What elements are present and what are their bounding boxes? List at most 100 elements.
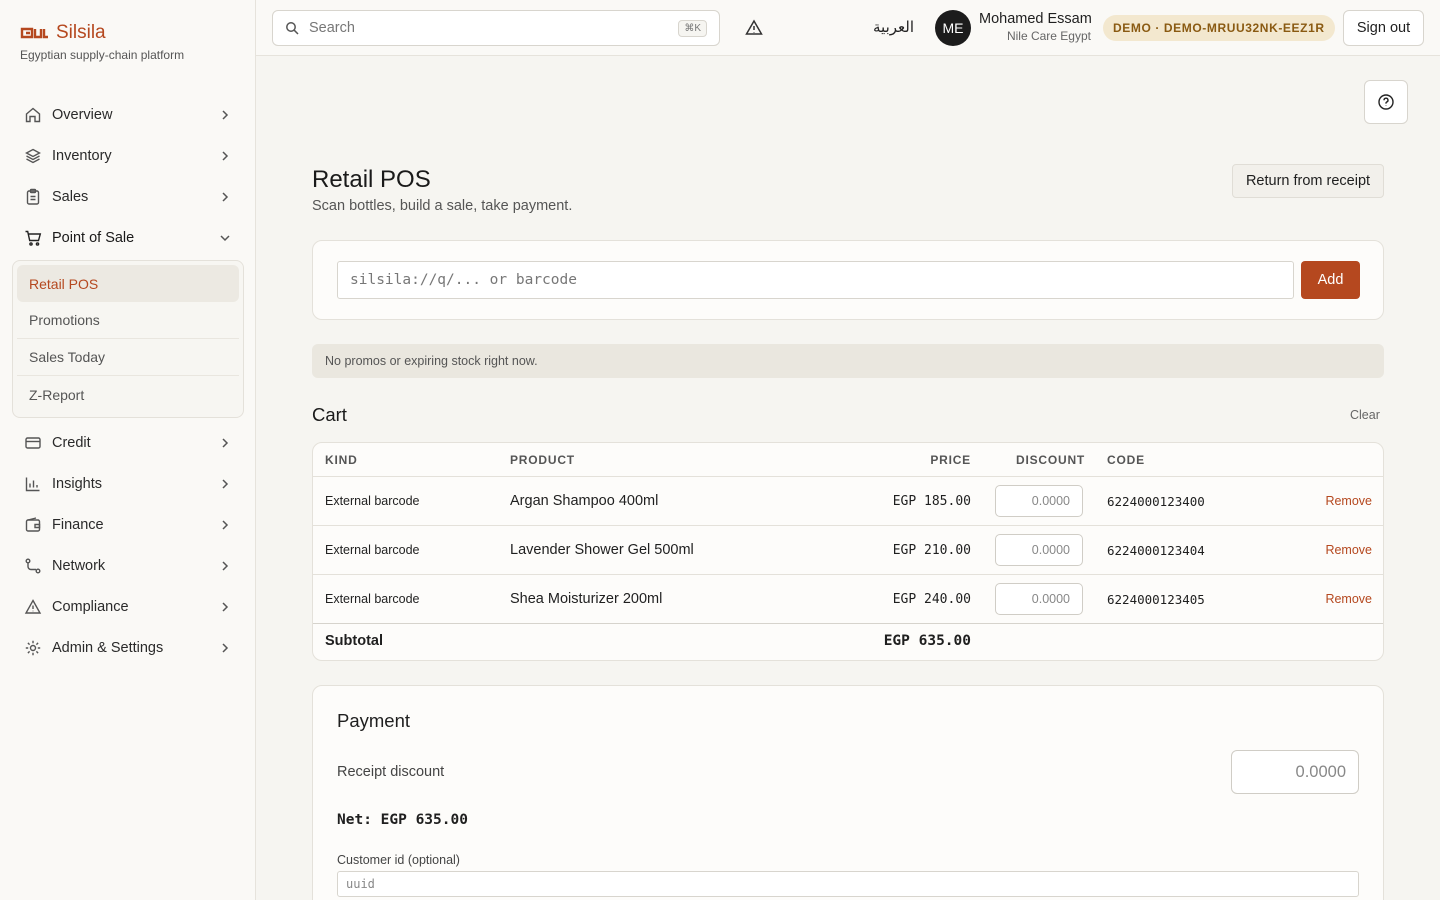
bar-chart-icon bbox=[24, 475, 42, 493]
sidebar-item-label: Network bbox=[52, 557, 106, 574]
chevron-right-icon bbox=[218, 436, 232, 450]
sidebar-item-finance[interactable]: Finance bbox=[12, 504, 244, 545]
layers-icon bbox=[24, 147, 42, 165]
search-icon bbox=[285, 21, 299, 35]
avatar[interactable]: ME bbox=[935, 10, 971, 46]
discount-input[interactable]: 0.0000 bbox=[995, 534, 1083, 566]
sidebar-subitem-sales-today[interactable]: Sales Today bbox=[17, 339, 239, 376]
cart-row-product: Lavender Shower Gel 500ml bbox=[510, 542, 694, 558]
column-header-product: PRODUCT bbox=[510, 452, 575, 467]
user-info: Mohamed Essam Nile Care Egypt bbox=[979, 11, 1092, 43]
divider bbox=[313, 476, 1383, 477]
chevron-right-icon bbox=[218, 559, 232, 573]
sidebar-item-label: Inventory bbox=[52, 147, 112, 164]
receipt-discount-label: Receipt discount bbox=[337, 764, 445, 780]
return-from-receipt-button[interactable]: Return from receipt bbox=[1232, 164, 1384, 198]
cart-icon bbox=[24, 229, 42, 247]
payment-card: Payment Receipt discount 0.0000 Net: EGP… bbox=[312, 685, 1384, 900]
divider bbox=[313, 525, 1383, 526]
subtotal-value: EGP 635.00 bbox=[883, 633, 971, 649]
home-icon bbox=[24, 106, 42, 124]
discount-input[interactable]: 0.0000 bbox=[995, 583, 1083, 615]
cart-table: KIND PRODUCT PRICE DISCOUNT CODE Externa… bbox=[312, 442, 1384, 661]
sidebar-subitem-retail-pos[interactable]: Retail POS bbox=[17, 265, 239, 302]
column-header-price: PRICE bbox=[930, 452, 971, 467]
chevron-right-icon bbox=[218, 108, 232, 122]
discount-input[interactable]: 0.0000 bbox=[995, 485, 1083, 517]
cart-title: Cart bbox=[312, 404, 347, 425]
divider bbox=[313, 574, 1383, 575]
network-icon bbox=[24, 557, 42, 575]
cart-row-price: EGP 210.00 bbox=[892, 542, 971, 558]
search-shortcut: ⌘K bbox=[678, 19, 707, 37]
sidebar-subitem-z-report[interactable]: Z-Report bbox=[17, 376, 239, 413]
remove-button[interactable]: Remove bbox=[1325, 543, 1372, 557]
sidebar-item-overview[interactable]: Overview bbox=[12, 94, 244, 135]
promo-notice: No promos or expiring stock right now. bbox=[312, 344, 1384, 378]
cart-row-price: EGP 185.00 bbox=[892, 493, 971, 509]
sidebar-item-point-of-sale[interactable]: Point of Sale bbox=[12, 217, 244, 258]
column-header-code: CODE bbox=[1107, 452, 1145, 467]
remove-button[interactable]: Remove bbox=[1325, 592, 1372, 606]
sidebar-subnav-point-of-sale: Retail POS Promotions Sales Today Z-Repo… bbox=[12, 260, 244, 418]
divider bbox=[313, 623, 1383, 624]
chevron-right-icon bbox=[218, 600, 232, 614]
clear-cart-button[interactable]: Clear bbox=[1350, 408, 1380, 422]
page-subtitle: Scan bottles, build a sale, take payment… bbox=[312, 198, 573, 214]
remove-button[interactable]: Remove bbox=[1325, 494, 1372, 508]
sidebar-item-admin-settings[interactable]: Admin & Settings bbox=[12, 627, 244, 668]
alert-triangle-icon[interactable] bbox=[744, 18, 764, 38]
brand-name: Silsila bbox=[56, 22, 106, 43]
credit-card-icon bbox=[24, 434, 42, 452]
barcode-input[interactable]: silsila://q/... or barcode bbox=[337, 261, 1294, 299]
search-input[interactable]: Search ⌘K bbox=[272, 10, 720, 46]
sidebar-item-label: Admin & Settings bbox=[52, 639, 164, 656]
sidebar-item-label: Insights bbox=[52, 475, 102, 492]
chevron-right-icon bbox=[218, 641, 232, 655]
wallet-icon bbox=[24, 516, 42, 534]
cart-row-product: Shea Moisturizer 200ml bbox=[510, 591, 663, 607]
help-icon bbox=[1377, 93, 1395, 111]
chevron-right-icon bbox=[218, 477, 232, 491]
user-name: Mohamed Essam bbox=[979, 11, 1092, 27]
chevron-right-icon bbox=[218, 190, 232, 204]
cart-row-code: 6224000123404 bbox=[1107, 542, 1205, 558]
sign-out-button[interactable]: Sign out bbox=[1343, 10, 1424, 46]
customer-id-input[interactable]: uuid bbox=[337, 871, 1359, 897]
gear-icon bbox=[24, 639, 42, 657]
sidebar-item-credit[interactable]: Credit bbox=[12, 422, 244, 463]
sidebar-item-label: Credit bbox=[52, 434, 91, 451]
sidebar-subitem-promotions[interactable]: Promotions bbox=[17, 302, 239, 339]
chevron-right-icon bbox=[218, 518, 232, 532]
page-title: Retail POS bbox=[312, 166, 431, 193]
net-total: Net: EGP 635.00 bbox=[337, 812, 468, 828]
add-button[interactable]: Add bbox=[1301, 261, 1360, 299]
clipboard-icon bbox=[24, 188, 42, 206]
cart-row-price: EGP 240.00 bbox=[892, 591, 971, 607]
logo-icon bbox=[20, 24, 50, 42]
cart-row-code: 6224000123400 bbox=[1107, 493, 1205, 509]
warning-icon bbox=[24, 598, 42, 616]
payment-title: Payment bbox=[337, 710, 411, 731]
sidebar: Silsila Egyptian supply-chain platform O… bbox=[0, 0, 256, 900]
demo-badge: DEMO · DEMO-MRUU32NK-EEZ1R bbox=[1103, 15, 1335, 41]
column-header-discount: DISCOUNT bbox=[1016, 452, 1086, 467]
sidebar-item-label: Compliance bbox=[52, 598, 129, 615]
cart-row-kind: External barcode bbox=[325, 543, 420, 557]
language-toggle[interactable]: العربية bbox=[873, 18, 914, 36]
chevron-right-icon bbox=[218, 149, 232, 163]
customer-id-label: Customer id (optional) bbox=[337, 853, 460, 867]
top-bar: Search ⌘K العربية ME Mohamed Essam Nile … bbox=[256, 0, 1440, 56]
help-button[interactable] bbox=[1364, 80, 1408, 124]
sidebar-item-insights[interactable]: Insights bbox=[12, 463, 244, 504]
sidebar-item-compliance[interactable]: Compliance bbox=[12, 586, 244, 627]
receipt-discount-input[interactable]: 0.0000 bbox=[1231, 750, 1359, 794]
sidebar-item-network[interactable]: Network bbox=[12, 545, 244, 586]
sidebar-item-sales[interactable]: Sales bbox=[12, 176, 244, 217]
chevron-down-icon bbox=[218, 231, 232, 245]
brand[interactable]: Silsila Egyptian supply-chain platform bbox=[20, 22, 184, 62]
search-placeholder: Search bbox=[309, 20, 355, 36]
brand-tagline: Egyptian supply-chain platform bbox=[20, 48, 185, 62]
sidebar-item-inventory[interactable]: Inventory bbox=[12, 135, 244, 176]
column-header-kind: KIND bbox=[325, 452, 358, 467]
